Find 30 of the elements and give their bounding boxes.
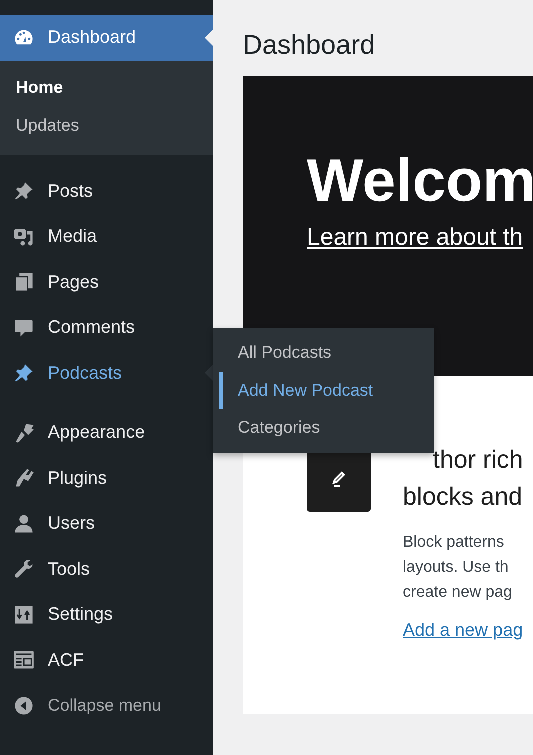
- menu-item[interactable]: Pages: [0, 260, 213, 305]
- card-heading: thor rich blocks and: [403, 445, 524, 513]
- sliders-icon: [13, 604, 35, 626]
- pages-icon: [13, 271, 35, 294]
- add-page-link[interactable]: Add a new pag: [403, 620, 524, 641]
- menu-item[interactable]: Comments: [0, 305, 213, 350]
- menu-item[interactable]: Appearance: [0, 410, 213, 456]
- submenu-item[interactable]: Updates: [0, 106, 213, 144]
- person-icon: [13, 512, 35, 535]
- menu-item[interactable]: Posts: [0, 168, 213, 214]
- table-icon: [13, 649, 35, 672]
- menu-item[interactable]: Users: [0, 501, 213, 546]
- pushpin-icon: [13, 362, 35, 384]
- menu-item[interactable]: Dashboard: [0, 15, 213, 60]
- menu-item[interactable]: Settings: [0, 592, 213, 638]
- page-title: Dashboard: [243, 29, 376, 62]
- menu-item[interactable]: ACF: [0, 638, 213, 683]
- menu-item[interactable]: Media: [0, 214, 213, 260]
- submenu-item[interactable]: Categories: [219, 409, 434, 446]
- submenu-item[interactable]: All Podcasts: [219, 334, 434, 372]
- menu-item[interactable]: Tools: [0, 546, 213, 592]
- wrench-icon: [13, 558, 35, 580]
- card-text: Block patterns layouts. Use th create new pag: [403, 533, 514, 603]
- collapse-menu-button[interactable]: Collapse menu: [0, 683, 213, 728]
- menu-item[interactable]: Plugins: [0, 456, 213, 501]
- welcome-heading: Welcom: [307, 146, 533, 216]
- learn-more-link[interactable]: Learn more about th: [307, 224, 524, 252]
- current-pointer-icon: [205, 30, 213, 46]
- submenu-item[interactable]: Home: [0, 68, 213, 106]
- pushpin-icon: [13, 180, 35, 202]
